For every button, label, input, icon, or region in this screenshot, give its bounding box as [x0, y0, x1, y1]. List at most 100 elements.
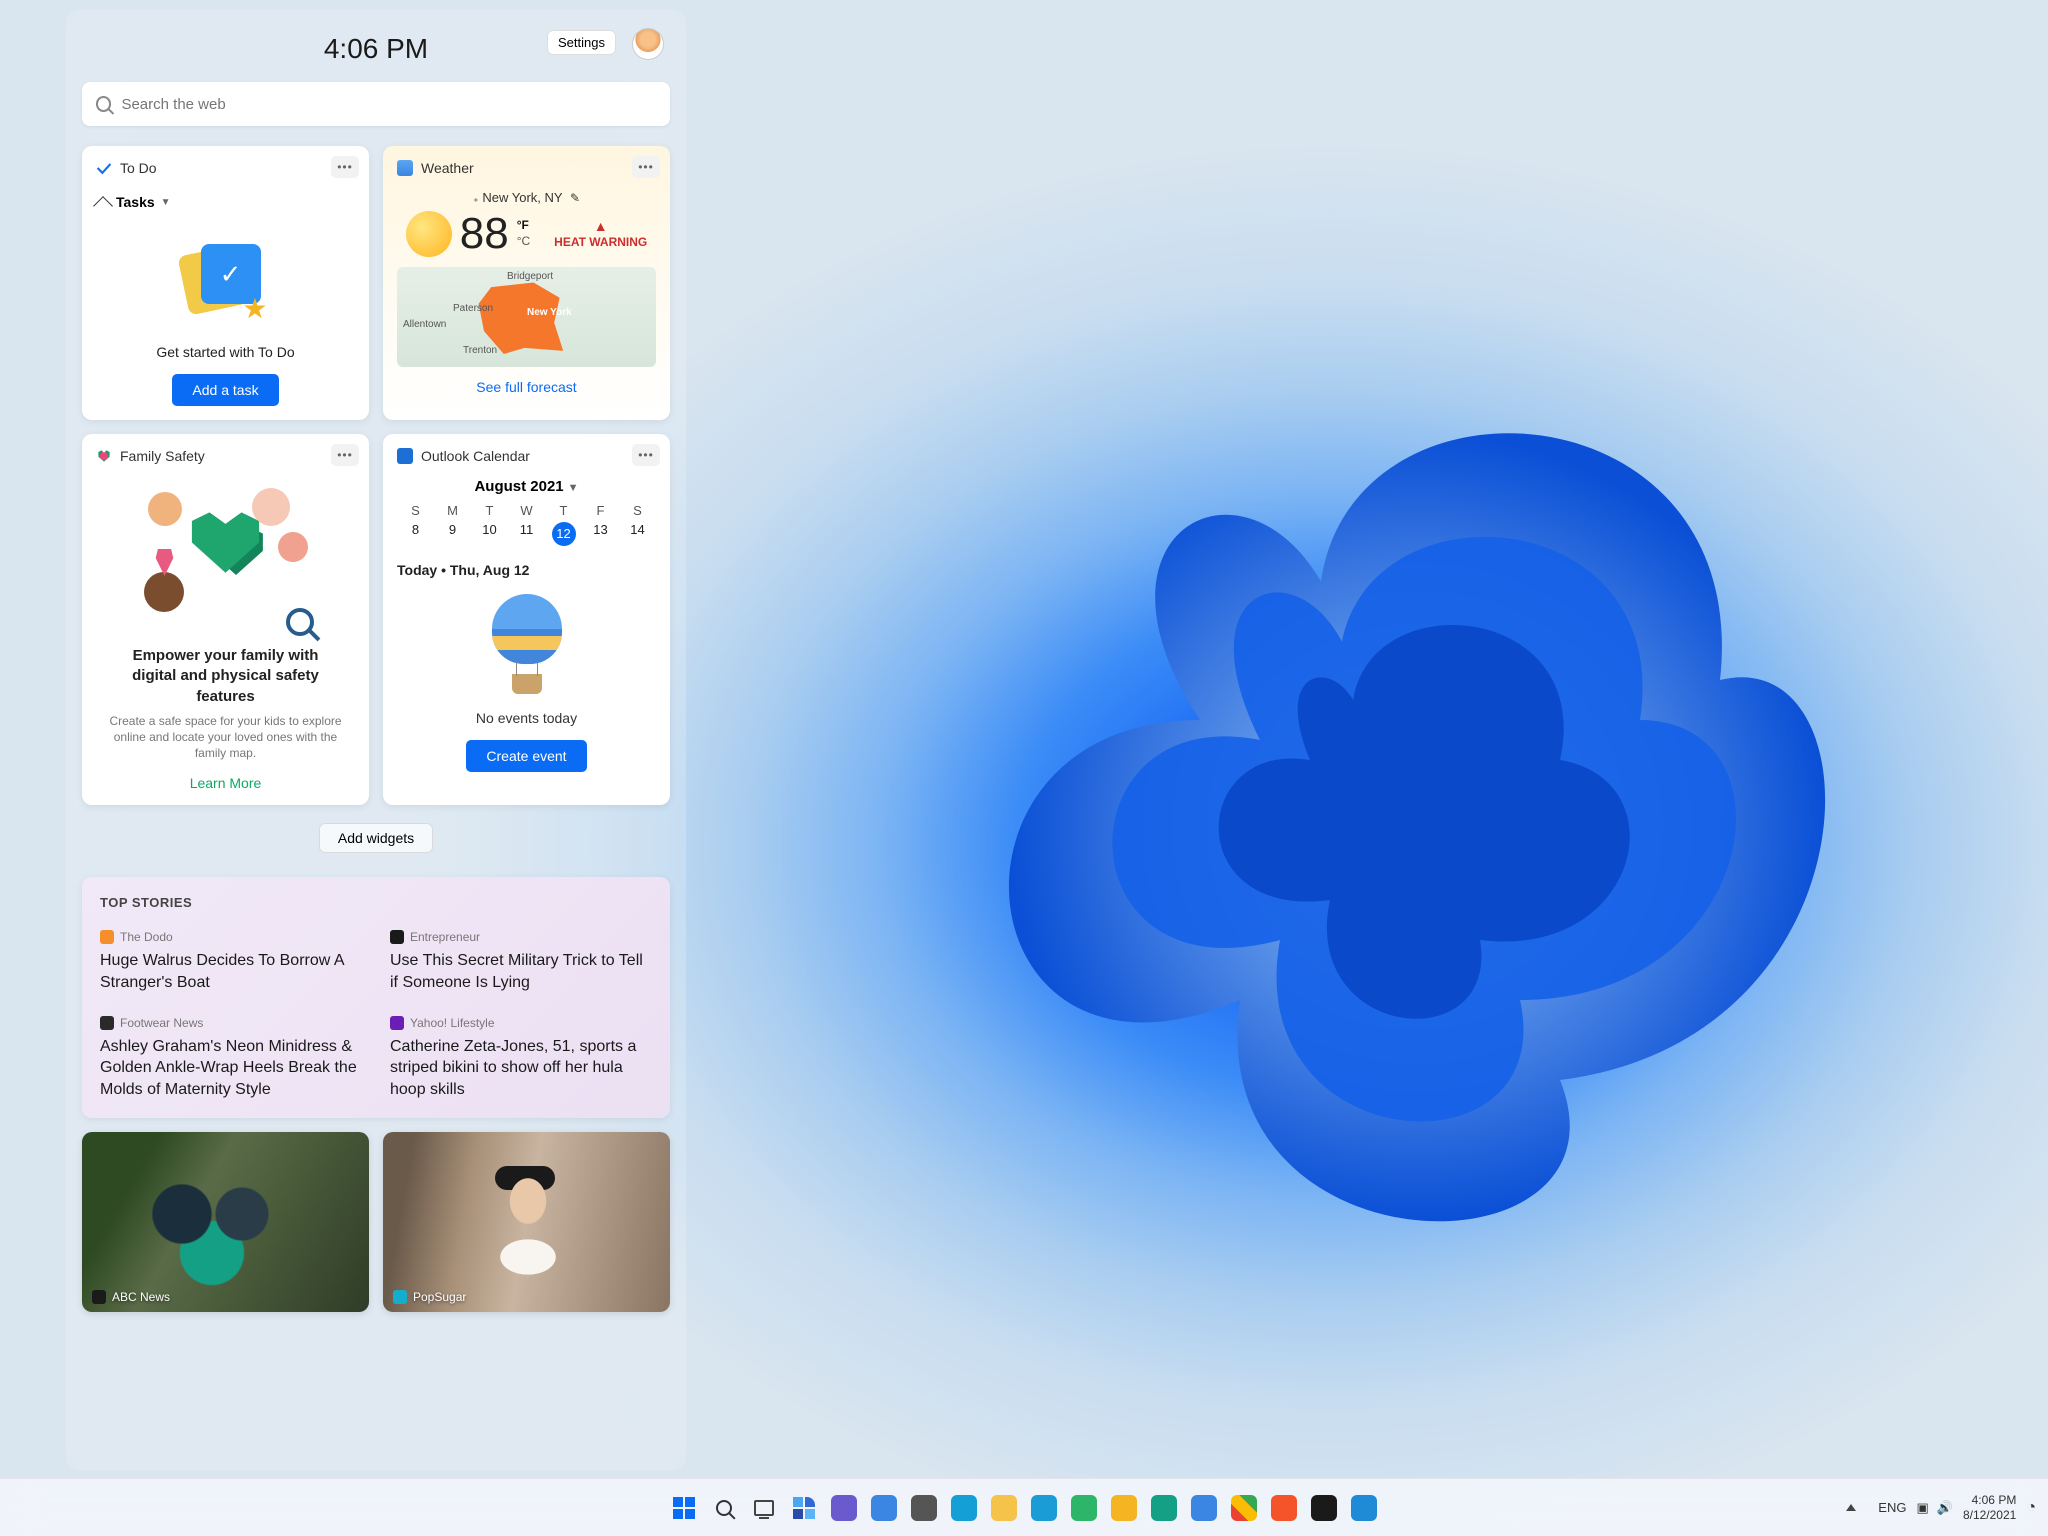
balloon-illustration	[487, 594, 567, 694]
source-icon	[100, 1016, 114, 1030]
taskbar-mail[interactable]	[867, 1491, 901, 1525]
map-label: Bridgeport	[507, 271, 553, 282]
chevron-down-icon: ▼	[568, 482, 579, 494]
source-icon	[390, 930, 404, 944]
search-input[interactable]	[121, 96, 656, 113]
location-text: New York, NY	[482, 190, 562, 205]
taskbar-brave[interactable]	[1267, 1491, 1301, 1525]
taskbar-center	[667, 1491, 1381, 1525]
taskbar-edge-beta[interactable]	[1147, 1491, 1181, 1525]
user-avatar[interactable]	[632, 28, 664, 60]
widgets-panel: 4:06 PM Settings To Do ••• Tasks ▼	[66, 10, 686, 1470]
taskbar-terminal[interactable]	[1307, 1491, 1341, 1525]
create-event-button[interactable]: Create event	[466, 740, 586, 772]
top-stories-header: TOP STORIES	[100, 895, 652, 910]
calendar-month[interactable]: August 2021▼	[397, 478, 656, 495]
widget-title: Weather	[421, 160, 474, 176]
outlook-icon	[397, 448, 413, 464]
search-icon	[716, 1500, 732, 1516]
search-box[interactable]	[82, 82, 670, 126]
news-item[interactable]: The DodoHuge Walrus Decides To Borrow A …	[100, 930, 362, 993]
widget-outlook-calendar[interactable]: Outlook Calendar ••• August 2021▼ SMTWTF…	[383, 434, 670, 805]
notifications-icon[interactable]: ◔	[2026, 1499, 2036, 1517]
news-item[interactable]: Yahoo! Lifestyle Catherine Zeta-Jones, 51…	[390, 1016, 652, 1101]
see-forecast-link[interactable]: See full forecast	[397, 379, 656, 395]
news-item[interactable]: Footwear NewsAshley Graham's Neon Minidr…	[100, 1016, 362, 1101]
code-icon	[1351, 1495, 1377, 1521]
tasks-label: Tasks	[116, 194, 155, 210]
taskbar-edge-dev[interactable]	[1067, 1491, 1101, 1525]
warning-icon: ▲	[594, 218, 608, 234]
home-icon	[93, 196, 113, 216]
taskbar-edge[interactable]	[1027, 1491, 1061, 1525]
taskbar-right: ENG ▣ 🔊 4:06 PM 8/12/2021 ◔	[1834, 1491, 2036, 1525]
calendar-day-headers: SMTWTFS	[397, 503, 656, 518]
no-events-text: No events today	[397, 710, 656, 726]
news-headline: Catherine Zeta-Jones, 51, sports a strip…	[390, 1036, 652, 1101]
taskbar-taskview[interactable]	[747, 1491, 781, 1525]
top-stories-card: TOP STORIES The DodoHuge Walrus Decides …	[82, 877, 670, 1118]
volume-icon[interactable]: 🔊	[1937, 1500, 1953, 1516]
temperature-value: 88	[460, 212, 509, 256]
widget-menu-button[interactable]: •••	[331, 444, 359, 466]
panel-time: 4:06 PM	[324, 33, 428, 65]
news-photo-card[interactable]: PopSugar	[383, 1132, 670, 1312]
source-icon	[390, 1016, 404, 1030]
source-name: The Dodo	[120, 930, 173, 944]
taskbar-widgets[interactable]	[787, 1491, 821, 1525]
tray-language[interactable]: ENG	[1878, 1500, 1906, 1515]
taskbar-search[interactable]	[707, 1491, 741, 1525]
widget-family-safety[interactable]: Family Safety ••• Empower your family wi…	[82, 434, 369, 805]
taskbar-chat[interactable]	[827, 1491, 861, 1525]
tray-datetime[interactable]: 4:06 PM 8/12/2021	[1963, 1493, 2016, 1522]
widget-menu-button[interactable]: •••	[331, 156, 359, 178]
widget-menu-button[interactable]: •••	[632, 444, 660, 466]
todo-icon	[96, 160, 112, 176]
taskbar-code[interactable]	[1347, 1491, 1381, 1525]
add-task-button[interactable]: Add a task	[172, 374, 278, 406]
news-photo-card[interactable]: ABC News	[82, 1132, 369, 1312]
edit-location-icon[interactable]: ✎	[570, 191, 580, 205]
weather-icon	[397, 160, 413, 176]
taskbar-store[interactable]	[947, 1491, 981, 1525]
tray-chevron-button[interactable]	[1834, 1491, 1868, 1525]
taskbar-chrome[interactable]	[1227, 1491, 1261, 1525]
chrome-dev-icon	[1191, 1495, 1217, 1521]
taskbar-settings[interactable]	[907, 1491, 941, 1525]
widget-weather[interactable]: Weather ••• ₊ New York, NY ✎ 88 °F °C	[383, 146, 670, 420]
desktop: 4:06 PM Settings To Do ••• Tasks ▼	[0, 0, 2048, 1536]
source-name: Yahoo! Lifestyle	[410, 1016, 495, 1030]
edge-dev-icon	[1071, 1495, 1097, 1521]
widget-menu-button[interactable]: •••	[632, 156, 660, 178]
edge-beta-icon	[1151, 1495, 1177, 1521]
tasks-dropdown[interactable]: Tasks ▼	[96, 194, 355, 210]
todo-illustration: ✓★	[181, 240, 271, 330]
settings-button[interactable]: Settings	[547, 30, 616, 55]
chevron-down-icon: ▼	[161, 197, 171, 208]
map-label: New York	[527, 307, 572, 318]
family-safety-icon	[96, 448, 112, 464]
widget-title: Outlook Calendar	[421, 448, 530, 464]
calendar-dates[interactable]: 891011121314	[397, 522, 656, 546]
taskbar-explorer[interactable]	[987, 1491, 1021, 1525]
learn-more-link[interactable]: Learn More	[96, 775, 355, 791]
weather-location[interactable]: ₊ New York, NY ✎	[397, 190, 656, 205]
news-item[interactable]: EntrepreneurUse This Secret Military Tri…	[390, 930, 652, 993]
calendar-today-label: Today • Thu, Aug 12	[397, 562, 656, 578]
taskbar-chrome-canary[interactable]	[1107, 1491, 1141, 1525]
weather-map[interactable]: Bridgeport Paterson New York Allentown T…	[397, 267, 656, 367]
store-icon	[951, 1495, 977, 1521]
widget-title: Family Safety	[120, 448, 205, 464]
add-widgets-button[interactable]: Add widgets	[319, 823, 433, 853]
map-label: Trenton	[463, 345, 497, 356]
chat-icon	[831, 1495, 857, 1521]
family-subtitle: Create a safe space for your kids to exp…	[96, 707, 355, 768]
camera-privacy-icon[interactable]: ▣	[1916, 1500, 1928, 1516]
taskbar-chrome-dev[interactable]	[1187, 1491, 1221, 1525]
widget-todo[interactable]: To Do ••• Tasks ▼ ✓★ Get started with To…	[82, 146, 369, 420]
temperature-units[interactable]: °F °C	[517, 218, 530, 249]
taskbar-start[interactable]	[667, 1491, 701, 1525]
widgets-icon	[793, 1497, 815, 1519]
todo-get-started: Get started with To Do	[96, 344, 355, 360]
news-headline: Use This Secret Military Trick to Tell i…	[390, 950, 652, 993]
